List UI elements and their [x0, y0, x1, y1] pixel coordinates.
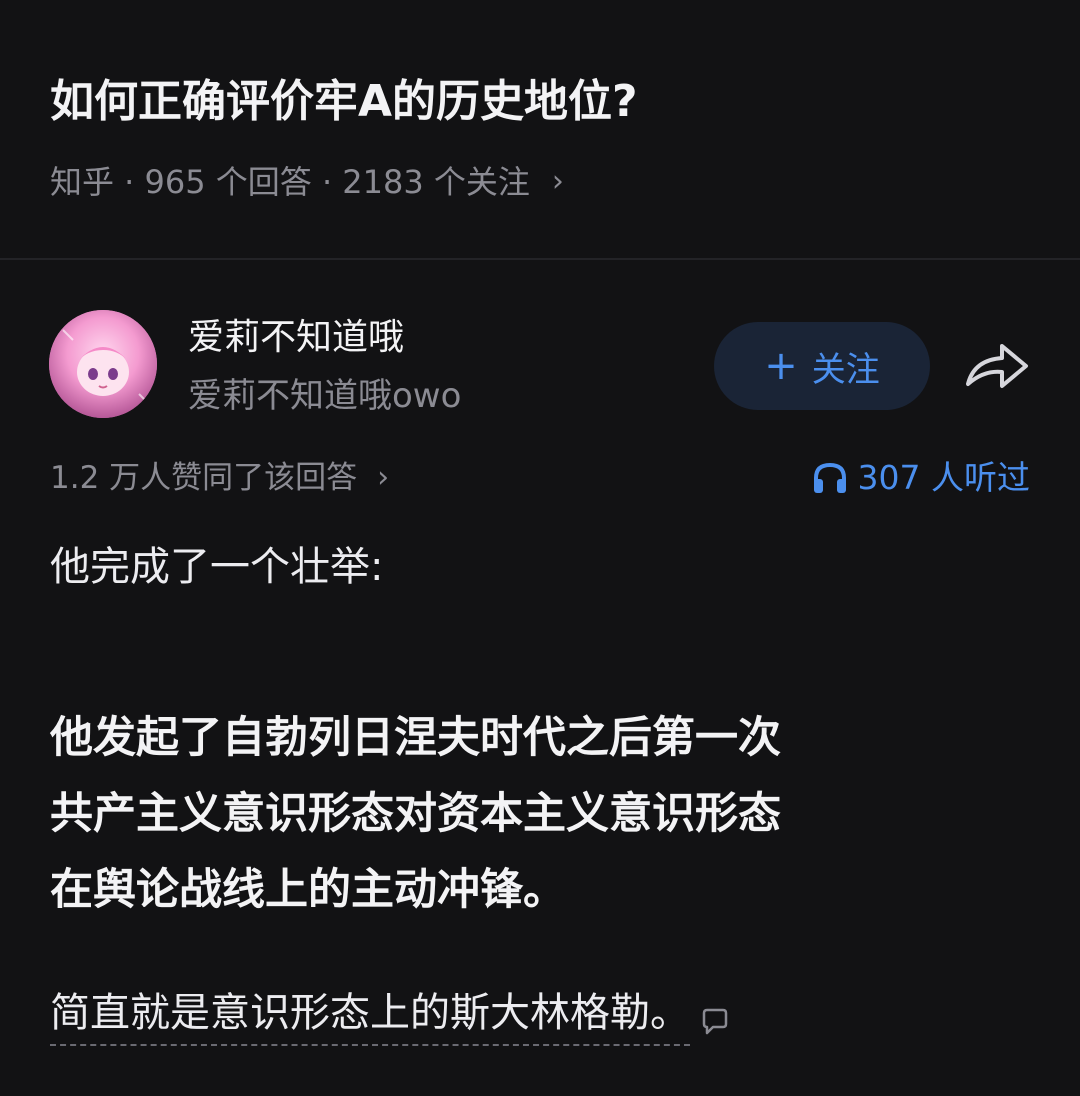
follow-button[interactable]: + 关注	[714, 322, 930, 410]
answer-line: 他发起了自勃列日涅夫时代之后第一次	[50, 713, 781, 763]
author-handle: 爱莉不知道哦owo	[188, 376, 462, 416]
question-title[interactable]: 如何正确评价牢A的历史地位?	[50, 70, 638, 134]
upvote-summary-text: 1.2 万人赞同了该回答	[50, 460, 358, 496]
share-icon	[966, 344, 1028, 388]
answer-paragraph: 简直就是意识形态上的斯大林格勒。	[50, 984, 730, 1046]
headphones-icon	[813, 462, 846, 493]
share-button[interactable]	[962, 338, 1032, 394]
section-divider	[0, 258, 1080, 260]
answer-highlight-paragraph: 他发起了自勃列日涅夫时代之后第一次 共产主义意识形态对资本主义意识形态 在舆论战…	[50, 700, 1040, 928]
answer-line: 共产主义意识形态对资本主义意识形态	[50, 789, 781, 839]
answer-line: 在舆论战线上的主动冲锋。	[50, 865, 566, 915]
chevron-right-icon: ›	[377, 460, 390, 495]
avatar[interactable]	[49, 310, 157, 418]
listen-count-text: 307 人听过	[857, 458, 1030, 497]
annotated-text[interactable]: 简直就是意识形态上的斯大林格勒。	[50, 984, 690, 1046]
comment-icon[interactable]	[700, 1007, 730, 1037]
upvote-summary[interactable]: 1.2 万人赞同了该回答 ›	[50, 454, 389, 502]
answer-paragraph: 他完成了一个壮举:	[50, 544, 384, 590]
avatar-illustration	[49, 310, 157, 418]
listen-count[interactable]: 307 人听过	[812, 454, 1030, 502]
question-meta-text: 知乎 · 965 个回答 · 2183 个关注	[50, 163, 530, 201]
question-meta[interactable]: 知乎 · 965 个回答 · 2183 个关注 ›	[50, 158, 564, 206]
follow-button-label: 关注	[811, 349, 880, 390]
chevron-right-icon: ›	[551, 164, 564, 199]
plus-icon: +	[764, 343, 798, 389]
author-name[interactable]: 爱莉不知道哦	[188, 312, 404, 364]
